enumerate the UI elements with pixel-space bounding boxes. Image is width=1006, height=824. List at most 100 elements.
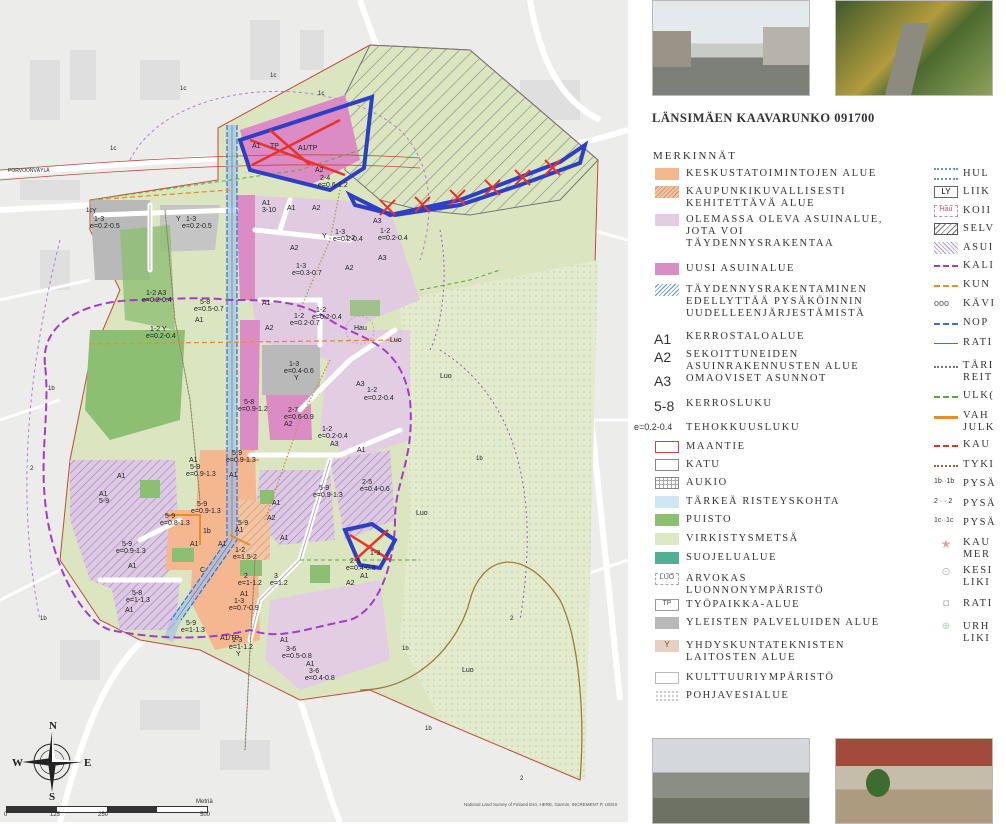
zone-label: Y [322,233,327,240]
zone-label: A1 [99,491,108,498]
zone-label: Luo [462,667,474,674]
svg-text:1c: 1c [180,86,186,92]
legend-label-right: KUN [963,279,991,290]
zone-label: e=1.2 [270,580,288,587]
zone-label: A1 [195,317,204,324]
legend-swatch: 1b··1b [934,478,955,485]
zone-label: A2 [284,421,293,428]
legend-swatch [934,343,958,344]
zone-label: Y [236,651,241,658]
legend-swatch [934,465,958,467]
legend-label: KULTTUURIYMPÄRISTÖ [686,672,835,683]
legend-label-right: PYSÄ [963,517,997,528]
zone-label: A3 [373,218,382,225]
zone-label: e=0.2-0.7 [290,320,320,327]
zone-label: 1-2 [235,547,245,554]
legend-code: e=0.2-0.4 [634,422,673,432]
legend-swatch [655,552,679,564]
legend-label-right: PYSÄ [963,498,997,509]
legend-swatch [655,186,679,198]
zone-label: A1 [218,541,227,548]
zone-label: e=0.5-0.8 [282,653,312,660]
legend-code: A2 [654,349,672,365]
legend-label: KERROSTALOALUE [686,331,805,342]
zone-label: e=0.2-0.4 [364,395,394,402]
legend-label: YLEISTEN PALVELUIDEN ALUE [686,617,880,628]
zone-label: 5-9 [186,620,196,627]
zone-label: e=0.5-0.7 [194,306,224,313]
zone-label: 1-3 [370,550,380,557]
zone-label: 1-2 [345,235,355,242]
zone-label: Luo [416,510,428,517]
zone-label: 1-2 [380,228,390,235]
zone-label: 1-2 [294,313,304,320]
legend-label: TYÖPAIKKA-ALUE [686,599,801,610]
zone-label: 1-2 [367,387,377,394]
legend-swatch [655,496,679,508]
legend-swatch [655,459,679,471]
legend-swatch [934,223,958,235]
legend-code: 5-8 [654,398,675,414]
photo-forest-path [835,0,993,96]
legend-swatch [934,445,958,447]
zone-label: A3 [356,381,365,388]
legend-label-right: PYSÄ [963,478,997,489]
scale-tick-1: 125 [50,812,61,818]
photo-building [653,31,691,67]
legend-label-right: TYKI [963,459,995,470]
zone-label: A1 [252,143,261,150]
legend-swatch [934,416,958,419]
zone-label: 1-2 [316,307,326,314]
zone-label: A1 [306,661,315,668]
photo-planter [866,769,890,797]
legend-label: ARVOKAS LUONNONYMPÄRISTÖ [686,573,825,596]
legend-label: MAANTIE [686,441,746,452]
zone-label: e=0.9-1.3 [191,508,221,515]
zone-label: e=0.4-0.8 [305,675,335,682]
zone-label: 1-3 [289,361,299,368]
zone-label: 5-9 [165,513,175,520]
legend-label-right: KÄVI [963,298,996,309]
zone-label: 1b [203,528,211,535]
legend-swatch [655,263,679,275]
zone-label: 5-9 [238,520,248,527]
zone-label: A2 [315,167,324,174]
map-attribution: National Land Survey of Finland Esri, HE… [464,802,618,807]
zone-label: e=1-1.2 [238,580,262,587]
photo-building-right [763,27,809,65]
zone-label: A3 [378,255,387,262]
photo-tram-stop [652,738,810,824]
legend-swatch [655,168,679,180]
photo-street-view [652,0,810,96]
zone-label: A2 [290,245,299,252]
zone-label: Y [176,216,181,223]
zone-label: 1-3 [232,637,242,644]
zone-label: e=0.9-1.3 [186,471,216,478]
legend-label: VIRKISTYSMETSÄ [686,533,799,544]
zone-label: 1-2 [322,426,332,433]
legend-swatch: ⊙ [941,566,951,578]
plan-map[interactable]: 1c 1c 1c 1c 1c 1b 2 1b 1b 2 2 1b 1b A1 TP A1/TP A2 2… [0,0,628,822]
zone-label: e=0.2-0.4 [378,235,408,242]
zone-label: 3 [274,573,278,580]
compass-s: S [49,791,55,800]
zone-label: A2 [312,205,321,212]
legend-label: OLEMASSA OLEVA ASUINALUE, JOTA VOI TÄYDE… [686,214,884,249]
legend-label: SEKOITTUNEIDEN ASUINRAKENNUSTEN ALUE [686,349,860,372]
legend-swatch: LY [934,186,958,198]
zone-label: e=0.2-0.5 [90,223,120,230]
compass-n: N [49,720,57,732]
legend-code: A3 [654,373,672,389]
zone-label: 2-5 [350,558,360,565]
zone-label: 5-9 [99,498,109,505]
scale-unit: Metriä [196,799,213,805]
zone-label: e=0.4-0.8 [346,565,376,572]
zone-label: A1 [125,607,134,614]
zone-label: 1-3 [186,216,196,223]
zone-label: Luo [440,373,452,380]
zone-label: 5-9 [232,450,242,457]
zone-label: A1 [280,535,289,542]
zone-label: 3-6 [309,668,319,675]
legend-swatch [655,533,679,545]
zone-label: e=1-1.3 [181,627,205,634]
